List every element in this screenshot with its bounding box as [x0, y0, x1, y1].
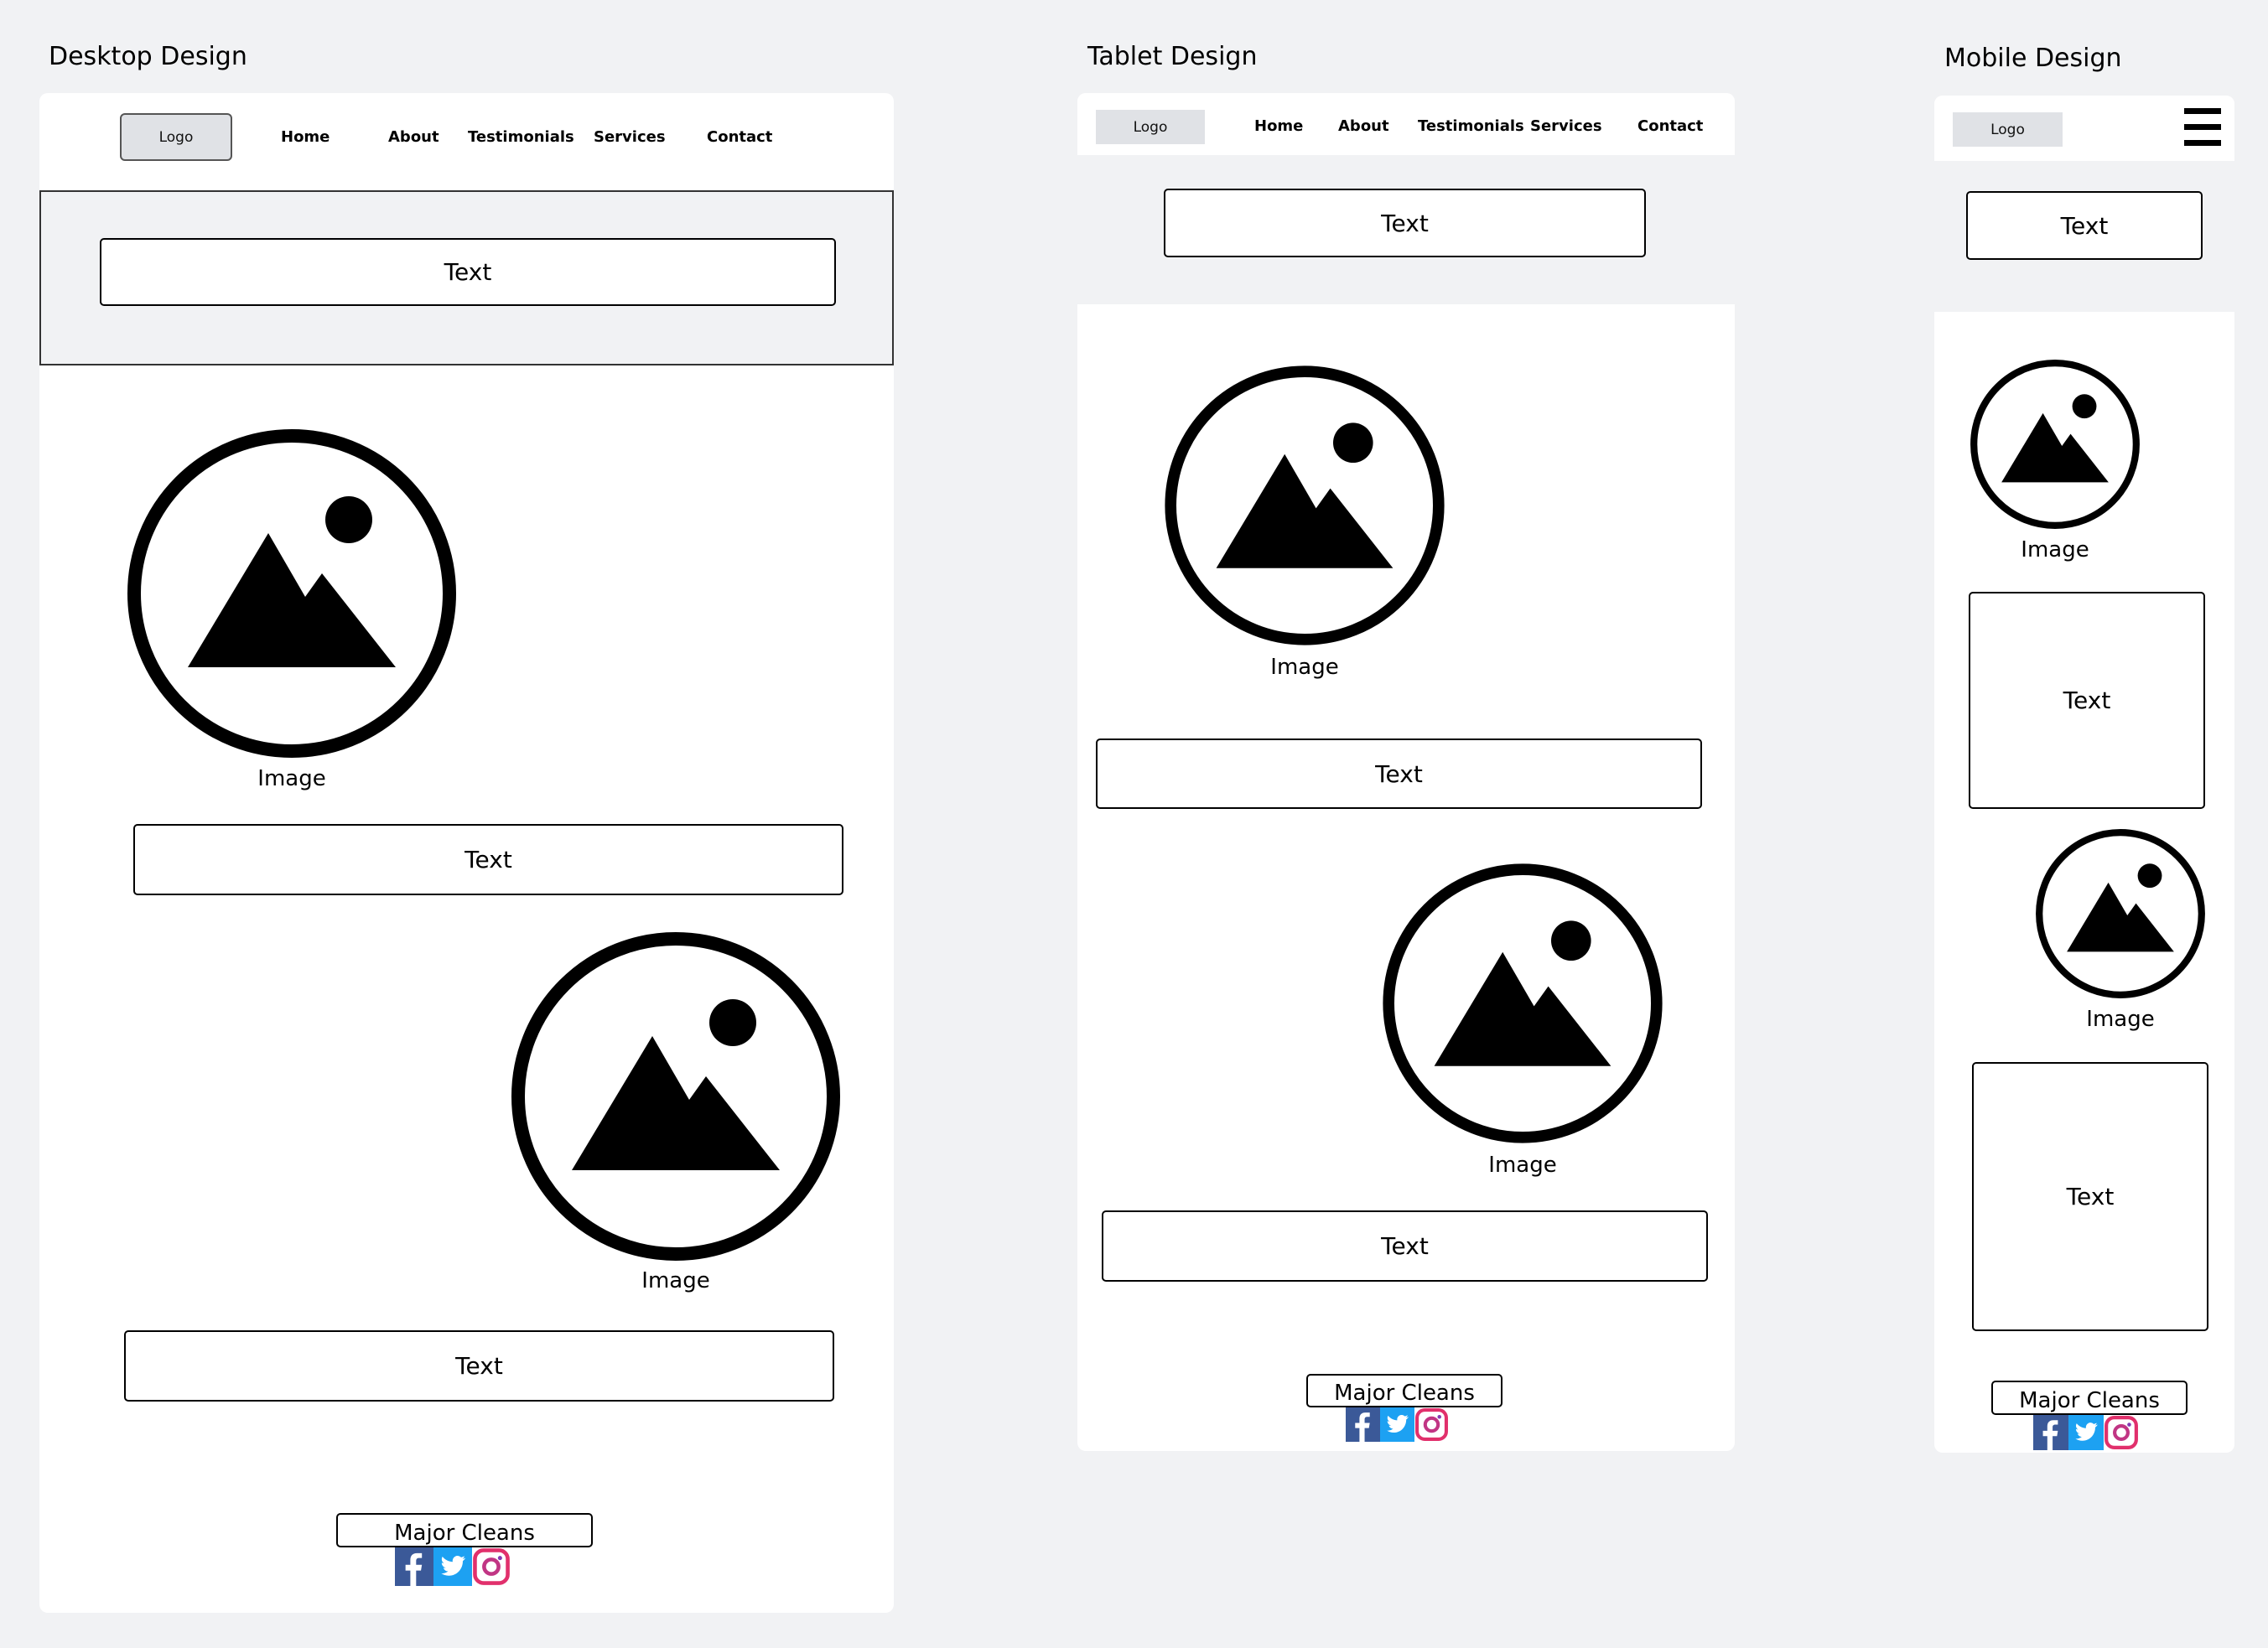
image-caption: Image — [257, 766, 326, 791]
footer-brand-button[interactable]: Major Cleans — [1991, 1381, 2188, 1415]
hamburger-menu-icon[interactable] — [2184, 108, 2221, 147]
hero-section: Text — [1934, 161, 2234, 312]
section-text-box: Text — [1969, 592, 2205, 809]
section-text-box: Text — [124, 1330, 834, 1402]
instagram-icon[interactable] — [1414, 1407, 1449, 1442]
section-text-box: Text — [1972, 1062, 2208, 1331]
image-placeholder-icon — [508, 929, 843, 1264]
nav-testimonials[interactable]: Testimonials — [1418, 117, 1524, 135]
logo-button[interactable]: Logo — [120, 113, 232, 161]
nav-home[interactable]: Home — [1254, 117, 1303, 135]
instagram-icon[interactable] — [2104, 1415, 2139, 1450]
desktop-frame: Logo Home About Testimonials Services Co… — [39, 93, 894, 1613]
logo-button[interactable]: Logo — [1096, 110, 1205, 144]
hero-text-box: Text — [1164, 189, 1646, 257]
nav-contact[interactable]: Contact — [1637, 117, 1703, 135]
image-caption: Image — [2021, 537, 2089, 562]
nav-about[interactable]: About — [1338, 117, 1389, 135]
facebook-icon[interactable] — [2033, 1415, 2068, 1450]
section-text-box: Text — [133, 824, 843, 895]
tablet-frame: Logo Home About Testimonials Services Co… — [1077, 93, 1735, 1451]
image-placeholder-icon — [2034, 827, 2207, 1000]
image-placeholder-icon — [1162, 363, 1447, 648]
section-text-box: Text — [1096, 738, 1702, 809]
mobile-frame-title: Mobile Design — [1944, 44, 2122, 73]
nav-services[interactable]: Services — [1530, 117, 1602, 135]
hero-section: Text — [1077, 155, 1735, 304]
image-placeholder-icon — [1380, 861, 1665, 1146]
social-links — [1346, 1407, 1449, 1442]
hero-text-box: Text — [100, 238, 836, 306]
image-placeholder-icon — [1969, 358, 2141, 531]
facebook-icon[interactable] — [1346, 1407, 1380, 1442]
footer-brand-button[interactable]: Major Cleans — [336, 1513, 593, 1547]
logo-button[interactable]: Logo — [1953, 112, 2063, 147]
social-links — [395, 1547, 512, 1586]
image-caption: Image — [641, 1268, 710, 1293]
hero-text-box: Text — [1966, 191, 2203, 260]
instagram-icon[interactable] — [472, 1547, 511, 1586]
footer-brand-button[interactable]: Major Cleans — [1306, 1374, 1502, 1407]
nav-services[interactable]: Services — [594, 128, 666, 146]
tablet-header: Logo Home About Testimonials Services Co… — [1077, 93, 1735, 155]
nav-contact[interactable]: Contact — [707, 128, 772, 146]
nav-about[interactable]: About — [388, 128, 439, 146]
image-caption: Image — [1488, 1153, 1557, 1178]
hero-section: Text — [39, 190, 894, 365]
twitter-icon[interactable] — [433, 1547, 472, 1586]
nav-home[interactable]: Home — [281, 128, 330, 146]
section-text-box: Text — [1102, 1210, 1708, 1282]
social-links — [2033, 1415, 2139, 1450]
image-placeholder-icon — [124, 426, 459, 761]
desktop-frame-title: Desktop Design — [49, 42, 247, 71]
image-caption: Image — [1270, 655, 1339, 680]
twitter-icon[interactable] — [2068, 1415, 2104, 1450]
twitter-icon[interactable] — [1380, 1407, 1414, 1442]
mobile-header: Logo — [1934, 96, 2234, 161]
nav-testimonials[interactable]: Testimonials — [468, 128, 574, 146]
facebook-icon[interactable] — [395, 1547, 433, 1586]
image-caption: Image — [2086, 1007, 2155, 1032]
mobile-frame: Logo Text Image Text Image Text Major Cl… — [1934, 96, 2234, 1453]
tablet-frame-title: Tablet Design — [1087, 42, 1258, 71]
